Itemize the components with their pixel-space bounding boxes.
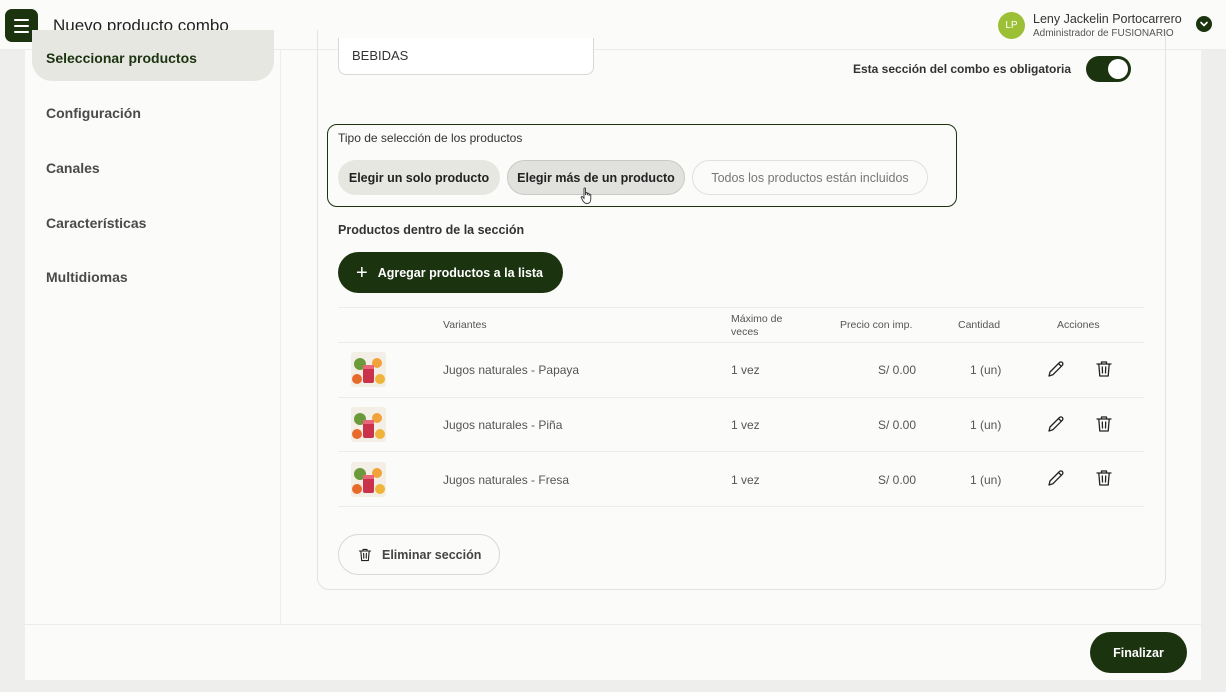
price: S/ 0.00 — [878, 363, 917, 377]
table-row-divider — [338, 506, 1144, 507]
finish-button[interactable]: Finalizar — [1090, 632, 1187, 673]
max-times: 1 vez — [731, 418, 760, 432]
footer-divider — [25, 624, 1201, 625]
price: S/ 0.00 — [878, 418, 917, 432]
plus-icon: + — [356, 261, 368, 284]
variant-name: Jugos naturales - Fresa — [443, 473, 570, 487]
product-thumbnail — [351, 407, 386, 442]
product-thumbnail — [351, 352, 386, 387]
table-row-divider — [338, 451, 1144, 452]
option-all-included[interactable]: Todos los productos están incluidos — [692, 160, 928, 195]
option-multiple-products[interactable]: Elegir más de un producto — [507, 160, 685, 195]
product-thumbnail — [351, 462, 386, 497]
column-header-max-line2: veces — [731, 326, 759, 338]
variant-name: Jugos naturales - Papaya — [443, 363, 580, 377]
edit-icon[interactable] — [1046, 359, 1066, 379]
sidebar-item-label[interactable]: Seleccionar productos — [46, 50, 197, 66]
delete-section-button[interactable]: Eliminar sección — [338, 534, 500, 575]
column-header-variants: Variantes — [443, 319, 487, 331]
trash-icon[interactable] — [1094, 359, 1114, 379]
sidebar-item-multidiomas[interactable]: Multidiomas — [46, 269, 128, 285]
required-label: Esta sección del combo es obligatoria — [853, 62, 1072, 76]
delete-section-label: Eliminar sección — [382, 547, 482, 562]
required-toggle[interactable] — [1086, 56, 1131, 82]
column-header-max-line1: Máximo de — [731, 313, 783, 325]
chevron-down-icon[interactable] — [1196, 16, 1212, 32]
max-times: 1 vez — [731, 363, 760, 377]
trash-icon[interactable] — [1094, 468, 1114, 488]
quantity: 1 (un) — [970, 473, 1002, 487]
table-row-divider — [338, 397, 1144, 398]
column-header-actions: Acciones — [1057, 319, 1100, 331]
sidebar-divider — [280, 50, 281, 625]
variant-name: Jugos naturales - Piña — [443, 418, 563, 432]
max-times: 1 vez — [731, 473, 760, 487]
table-top-divider — [338, 307, 1144, 308]
trash-icon[interactable] — [1094, 414, 1114, 434]
add-products-button[interactable]: + Agregar productos a la lista — [338, 252, 563, 293]
products-section-label: Productos dentro de la sección — [338, 223, 525, 237]
column-header-price: Precio con imp. — [840, 319, 913, 331]
sidebar-item-caracteristicas[interactable]: Características — [46, 215, 146, 231]
price: S/ 0.00 — [878, 473, 917, 487]
user-name[interactable]: Leny Jackelin Portocarrero — [1033, 12, 1182, 26]
section-name-input[interactable]: BEBIDAS — [338, 38, 594, 75]
quantity: 1 (un) — [970, 363, 1002, 377]
table-header-divider — [338, 342, 1144, 343]
selection-type-title: Tipo de selección de los productos — [338, 131, 523, 145]
sidebar-item-configuracion[interactable]: Configuración — [46, 105, 141, 121]
add-products-label: Agregar productos a la lista — [377, 265, 544, 280]
sidebar-item-canales[interactable]: Canales — [46, 160, 100, 176]
quantity: 1 (un) — [970, 418, 1002, 432]
hand-cursor-icon — [580, 187, 592, 204]
column-header-quantity: Cantidad — [958, 319, 1001, 331]
trash-icon — [358, 548, 372, 561]
edit-icon[interactable] — [1046, 414, 1066, 434]
edit-icon[interactable] — [1046, 468, 1066, 488]
option-single-product[interactable]: Elegir un solo producto — [338, 160, 500, 195]
